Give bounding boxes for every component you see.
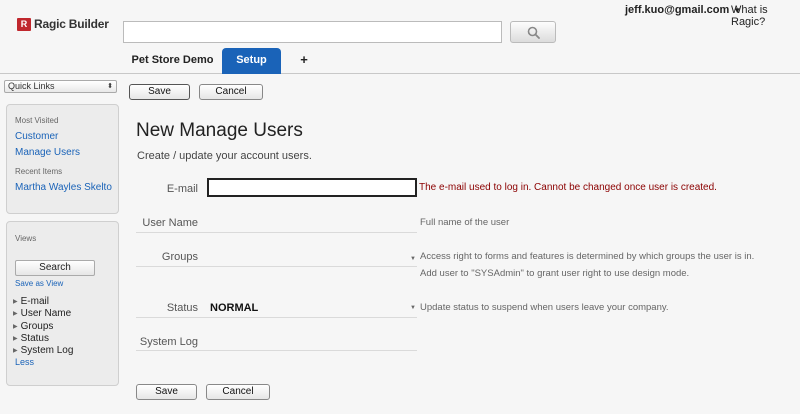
view-field-list: ▶ E-mail ▶ User Name ▶ Groups ▶ Status ▶ Syst… <box>13 296 73 357</box>
global-search-input[interactable] <box>123 21 502 43</box>
tab-pet-store-demo[interactable]: Pet Store Demo <box>130 48 215 74</box>
tab-setup[interactable]: Setup <box>222 48 281 74</box>
search-button[interactable] <box>510 21 556 43</box>
quick-links-label: Quick Links <box>8 81 55 91</box>
groups-help-text: Access right to forms and features is de… <box>420 251 755 262</box>
page-title: New Manage Users <box>136 120 303 141</box>
logo-mark: R <box>17 17 31 31</box>
system-log-field[interactable] <box>136 350 417 351</box>
view-field-label: User Name <box>20 308 72 320</box>
cancel-button[interactable]: Cancel <box>199 84 263 100</box>
username-field[interactable] <box>136 232 417 233</box>
view-field-label: Groups <box>20 320 54 332</box>
user-email: jeff.kuo@gmail.com <box>625 4 730 16</box>
groups-help-text-2: Add user to "SYSAdmin" to grant user rig… <box>420 268 690 279</box>
triangle-right-icon: ▶ <box>13 335 18 342</box>
view-field-item[interactable]: ▶ Groups <box>13 321 73 333</box>
view-field-item[interactable]: ▶ System Log <box>13 345 73 357</box>
system-log-label: System Log <box>139 336 198 348</box>
groups-field[interactable] <box>136 266 417 267</box>
view-field-label: E-mail <box>20 296 49 307</box>
select-arrows-icon: ⬍ <box>107 83 113 90</box>
recent-item-link[interactable]: Martha Wayles Skelto <box>15 182 115 193</box>
dropdown-arrow-icon[interactable]: ▼ <box>410 305 416 311</box>
search-icon <box>527 26 540 39</box>
save-button-bottom[interactable]: Save <box>136 384 197 400</box>
page-subtitle: Create / update your account users. <box>137 150 312 162</box>
email-field[interactable] <box>207 178 417 197</box>
dropdown-arrow-icon[interactable]: ▼ <box>410 256 416 262</box>
save-button[interactable]: Save <box>129 84 190 100</box>
what-is-ragic-link[interactable]: What is Ragic? <box>731 4 800 28</box>
status-field[interactable] <box>136 317 417 318</box>
view-field-item[interactable]: ▶ Status <box>13 333 73 345</box>
quick-links-select[interactable]: Quick Links ⬍ <box>4 80 117 93</box>
view-field-item[interactable]: ▶ User Name <box>13 308 73 320</box>
user-account-menu[interactable]: jeff.kuo@gmail.com ▼ <box>625 4 741 16</box>
triangle-right-icon: ▶ <box>13 348 18 355</box>
most-visited-heading: Most Visited <box>15 116 59 125</box>
cancel-button-bottom[interactable]: Cancel <box>206 384 270 400</box>
status-value[interactable]: NORMAL <box>210 302 258 314</box>
recent-panel: Most Visited Customer Manage Users Recen… <box>6 104 119 214</box>
email-label: E-mail <box>166 183 198 195</box>
username-label: User Name <box>142 217 198 229</box>
views-search-button[interactable]: Search <box>15 260 95 276</box>
status-help-text: Update status to suspend when users leav… <box>420 302 669 313</box>
logo-text: Ragic Builder <box>34 17 109 31</box>
email-help-text: The e-mail used to log in. Cannot be cha… <box>419 182 717 193</box>
view-field-item[interactable]: ▶ E-mail <box>13 296 73 308</box>
add-tab-button[interactable]: + <box>295 48 313 74</box>
view-field-label: System Log <box>20 345 74 357</box>
triangle-right-icon: ▶ <box>13 311 18 318</box>
username-help-text: Full name of the user <box>420 217 510 228</box>
groups-label: Groups <box>161 251 198 263</box>
status-label: Status <box>166 302 198 314</box>
views-heading: Views <box>15 234 37 243</box>
save-as-view-link[interactable]: Save as View <box>15 279 63 288</box>
view-field-label: Status <box>20 332 49 344</box>
triangle-right-icon: ▶ <box>13 299 18 305</box>
recent-items-heading: Recent Items <box>15 167 63 176</box>
link-manage-users[interactable]: Manage Users <box>15 147 115 158</box>
less-link[interactable]: Less <box>15 357 34 367</box>
triangle-right-icon: ▶ <box>13 323 18 330</box>
link-customer[interactable]: Customer <box>15 131 115 142</box>
top-header: R Ragic Builder jeff.kuo@gmail.com ▼ What… <box>0 0 800 74</box>
app-logo[interactable]: R Ragic Builder <box>17 17 109 31</box>
views-panel: Views Search Save as View ▶ E-mail ▶ User … <box>6 221 119 386</box>
